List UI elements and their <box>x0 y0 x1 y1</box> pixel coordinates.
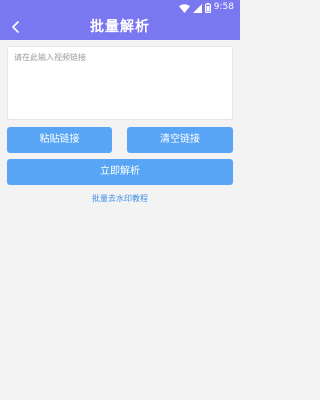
clear-link-button[interactable]: 清空链接 <box>127 127 233 153</box>
paste-link-button[interactable]: 粘贴链接 <box>7 127 112 153</box>
parse-now-button[interactable]: 立即解析 <box>7 159 233 185</box>
watermark-tutorial-link[interactable]: 批量去水印教程 <box>0 193 240 204</box>
back-button[interactable] <box>6 17 26 37</box>
page-title: 批量解析 <box>90 19 150 35</box>
screen: 9:58 批量解析 粘贴链接 清空链接 立即解析 批量去水印教程 <box>0 0 240 400</box>
status-icons: 9:58 <box>178 1 234 13</box>
back-arrow-icon <box>11 18 21 37</box>
app-bar: 批量解析 <box>0 14 240 40</box>
video-link-input[interactable] <box>7 46 233 120</box>
status-time: 9:58 <box>213 2 234 12</box>
status-bar: 9:58 <box>0 0 240 14</box>
